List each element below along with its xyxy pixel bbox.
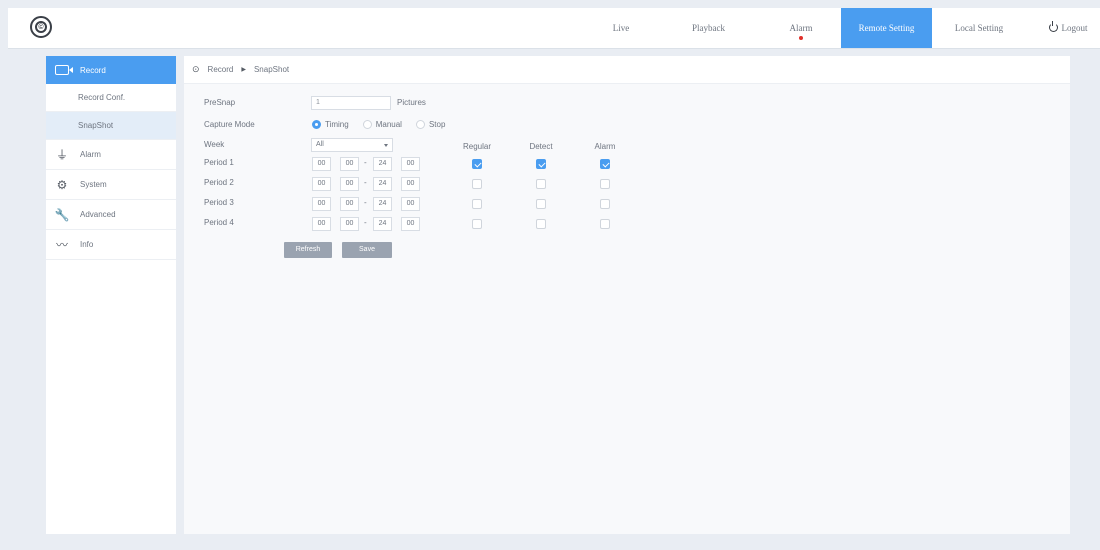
- nav-alarm[interactable]: Alarm: [781, 8, 821, 48]
- nav-playback[interactable]: Playback: [681, 8, 736, 48]
- info-icon: 〰: [55, 238, 68, 252]
- start-hour-input[interactable]: 00: [312, 177, 331, 191]
- radio-stop[interactable]: [415, 120, 425, 129]
- sidebar-item-label: Advanced: [80, 210, 116, 219]
- period-label: Period 4: [204, 218, 234, 227]
- end-minute-input[interactable]: 00: [401, 157, 420, 171]
- detect-checkbox[interactable]: [536, 219, 546, 229]
- main-content: ⊙ Record ▶ SnapShot PreSnap 1 Pictures C…: [184, 56, 1070, 534]
- period-label: Period 3: [204, 198, 234, 207]
- radio-stop-label: Stop: [428, 120, 446, 129]
- time-separator: -: [364, 198, 367, 207]
- sidebar-item-system[interactable]: ⚙ System: [46, 170, 176, 200]
- regular-checkbox[interactable]: [472, 199, 482, 209]
- start-minute-input[interactable]: 00: [340, 157, 359, 171]
- time-separator: -: [364, 158, 367, 167]
- nav-alarm-label: Alarm: [789, 23, 813, 33]
- column-alarm: Alarm: [594, 142, 616, 151]
- top-bar: © Live Playback Alarm Remote Setting Loc…: [8, 8, 1100, 49]
- end-hour-input[interactable]: 24: [373, 177, 392, 191]
- end-hour-input[interactable]: 24: [373, 157, 392, 171]
- alarm-checkbox[interactable]: [600, 219, 610, 229]
- column-detect: Detect: [529, 142, 553, 151]
- presnap-unit: Pictures: [397, 98, 426, 107]
- end-minute-input[interactable]: 00: [401, 177, 420, 191]
- period-label: Period 1: [204, 158, 234, 167]
- end-minute-input[interactable]: 00: [401, 197, 420, 211]
- breadcrumb-item[interactable]: Record: [208, 65, 234, 74]
- logo: ©: [30, 16, 52, 38]
- end-hour-input[interactable]: 24: [373, 217, 392, 231]
- start-hour-input[interactable]: 00: [312, 217, 331, 231]
- detect-checkbox[interactable]: [536, 199, 546, 209]
- sidebar-subitem-snapshot[interactable]: SnapShot: [46, 112, 176, 140]
- sidebar-item-label: Alarm: [80, 150, 101, 159]
- time-separator: -: [364, 218, 367, 227]
- sidebar-subitem-label: SnapShot: [78, 121, 114, 130]
- power-icon: [1048, 21, 1058, 32]
- radio-timing-label: Timing: [325, 120, 349, 129]
- time-separator: -: [364, 178, 367, 187]
- capture-mode-label: Capture Mode: [204, 120, 255, 129]
- chevron-right-icon: ▶: [241, 67, 246, 73]
- start-hour-input[interactable]: 00: [312, 197, 331, 211]
- detect-checkbox[interactable]: [536, 159, 546, 169]
- location-pin-icon: ⊙: [192, 64, 200, 74]
- logout-button[interactable]: Logout: [1040, 8, 1096, 48]
- presnap-label: PreSnap: [204, 98, 236, 107]
- alarm-checkbox[interactable]: [600, 199, 610, 209]
- alarm-indicator-dot: [799, 36, 803, 40]
- radio-timing[interactable]: [312, 120, 321, 129]
- nav-live[interactable]: Live: [601, 8, 641, 48]
- week-select-value: All: [316, 141, 324, 148]
- breadcrumb: ⊙ Record ▶ SnapShot: [184, 56, 1070, 84]
- start-minute-input[interactable]: 00: [340, 197, 359, 211]
- alarm-checkbox[interactable]: [600, 179, 610, 189]
- sidebar-item-info[interactable]: 〰 Info: [46, 230, 176, 260]
- end-hour-input[interactable]: 24: [373, 197, 392, 211]
- regular-checkbox[interactable]: [472, 179, 482, 189]
- radio-manual[interactable]: [362, 120, 372, 129]
- end-minute-input[interactable]: 00: [401, 217, 420, 231]
- nav-remote-setting[interactable]: Remote Setting: [841, 8, 932, 48]
- week-label: Week: [204, 140, 225, 149]
- chevron-down-icon: [384, 144, 388, 147]
- start-minute-input[interactable]: 00: [340, 177, 359, 191]
- radio-manual-label: Manual: [375, 120, 402, 129]
- sidebar-item-advanced[interactable]: 🔧 Advanced: [46, 200, 176, 230]
- logout-label: Logout: [1061, 23, 1088, 33]
- regular-checkbox[interactable]: [472, 219, 482, 229]
- sidebar-item-record[interactable]: Record: [46, 56, 176, 84]
- column-regular: Regular: [462, 142, 491, 151]
- save-button[interactable]: Save: [342, 242, 392, 258]
- sidebar-item-label: Record: [80, 65, 106, 75]
- sidebar: Record Record Conf. SnapShot ⏚ Alarm ⚙ S…: [46, 56, 176, 534]
- sidebar-item-alarm[interactable]: ⏚ Alarm: [46, 140, 176, 170]
- refresh-button[interactable]: Refresh: [284, 242, 332, 258]
- alarm-checkbox[interactable]: [600, 159, 610, 169]
- sidebar-item-label: System: [80, 180, 107, 189]
- alarm-icon: ⏚: [55, 148, 68, 162]
- system-icon: ⚙: [56, 177, 68, 192]
- presnap-input[interactable]: 1: [311, 96, 391, 110]
- sidebar-subitem-record-conf[interactable]: Record Conf.: [46, 84, 176, 112]
- start-hour-input[interactable]: 00: [312, 157, 331, 171]
- start-minute-input[interactable]: 00: [340, 217, 359, 231]
- period-label: Period 2: [204, 178, 234, 187]
- record-icon: [54, 62, 73, 78]
- breadcrumb-item: SnapShot: [253, 65, 290, 74]
- week-select[interactable]: All: [311, 138, 393, 152]
- wrench-icon: 🔧: [54, 207, 70, 222]
- detect-checkbox[interactable]: [536, 179, 546, 189]
- sidebar-subitem-label: Record Conf.: [78, 93, 126, 102]
- nav-local-setting[interactable]: Local Setting: [944, 8, 1014, 48]
- sidebar-item-label: Info: [80, 240, 94, 249]
- regular-checkbox[interactable]: [472, 159, 482, 169]
- capture-mode-radio-group: Timing Manual Stop: [312, 120, 459, 129]
